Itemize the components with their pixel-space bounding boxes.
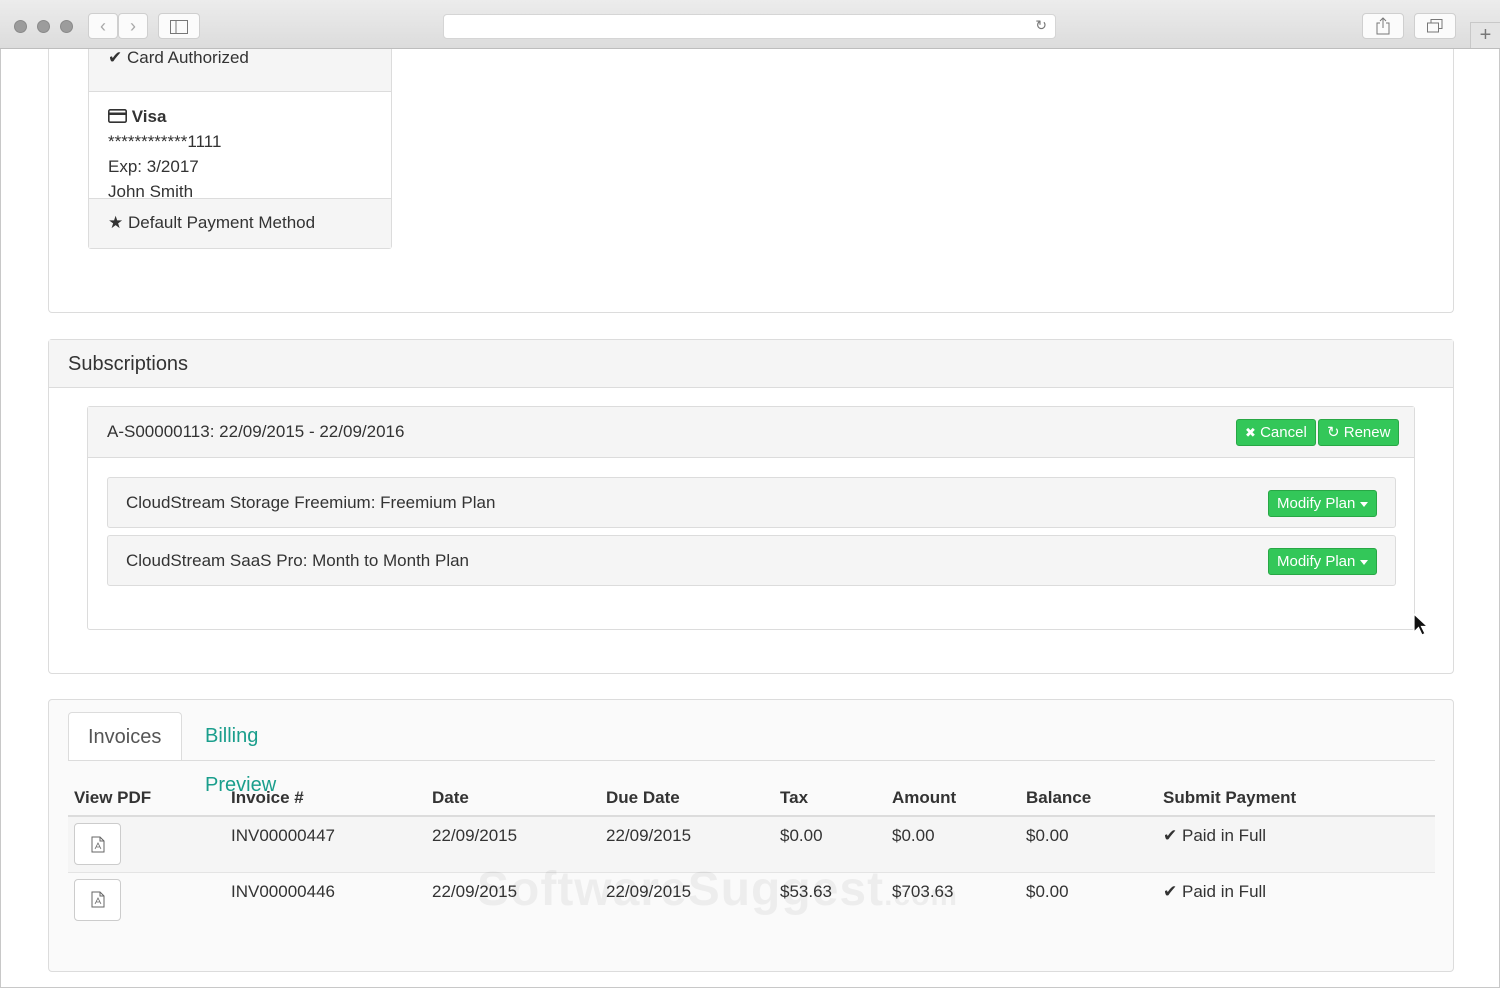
column-header: Balance: [1020, 780, 1157, 817]
column-header: View PDF: [68, 780, 225, 817]
plan-name: CloudStream SaaS Pro: Month to Month Pla…: [126, 551, 470, 570]
payment-method-card: ✔ Card Authorized Visa ************1111 …: [88, 49, 392, 249]
view-pdf-button[interactable]: [74, 878, 121, 921]
view-pdf-button[interactable]: [74, 823, 121, 865]
invoices-table: View PDF Invoice # Date Due Date Tax Amo…: [68, 780, 1435, 928]
column-header: Invoice #: [225, 780, 426, 817]
pdf-file-icon: [91, 836, 104, 852]
share-icon: [1376, 17, 1390, 35]
refresh-icon: ↻: [1327, 424, 1340, 441]
renew-subscription-button[interactable]: ↻ Renew: [1318, 419, 1400, 446]
card-number: ************1111: [108, 132, 222, 151]
invoice-due-date: 22/09/2015: [600, 815, 774, 872]
check-icon: ✔: [108, 49, 123, 67]
column-header: Date: [426, 780, 600, 817]
credit-card-icon: [108, 109, 127, 123]
sidebar-icon: [170, 20, 188, 34]
pdf-file-icon: [91, 891, 104, 908]
invoice-date: 22/09/2015: [426, 871, 600, 928]
column-header: Tax: [774, 780, 886, 817]
invoice-balance: $0.00: [1020, 815, 1157, 872]
card-status-text: Card Authorized: [126, 49, 249, 67]
back-button[interactable]: ‹: [88, 13, 118, 39]
invoice-number[interactable]: INV00000447: [225, 815, 426, 872]
column-header: Submit Payment: [1157, 780, 1435, 817]
default-payment-badge: ★ Default Payment Method: [89, 198, 391, 248]
caret-down-icon: [1360, 559, 1369, 565]
invoice-amount: $0.00: [886, 815, 1020, 872]
address-bar[interactable]: ↻: [443, 14, 1056, 39]
tab-invoices[interactable]: Invoices: [68, 712, 182, 761]
subscriptions-panel: Subscriptions A-S00000113: 22/09/2015 - …: [48, 339, 1454, 674]
check-icon: ✔: [1163, 881, 1178, 901]
subscription-card: A-S00000113: 22/09/2015 - 22/09/2016 ✖ C…: [87, 406, 1415, 630]
invoice-date: 22/09/2015: [426, 815, 600, 872]
forward-button[interactable]: ›: [118, 13, 148, 39]
plus-icon: +: [1479, 24, 1492, 46]
plan-name: CloudStream Storage Freemium: Freemium P…: [126, 493, 496, 512]
modify-plan-button[interactable]: Modify Plan: [1268, 490, 1378, 517]
invoice-due-date: 22/09/2015: [600, 871, 774, 928]
invoice-tax: $0.00: [774, 815, 886, 872]
new-tab-button[interactable]: +: [1470, 22, 1500, 48]
invoice-balance: $0.00: [1020, 871, 1157, 928]
column-header: Amount: [886, 780, 1020, 817]
tabs-overview-button[interactable]: [1414, 13, 1456, 39]
cancel-subscription-button[interactable]: ✖ Cancel: [1236, 419, 1316, 446]
plan-row: CloudStream Storage Freemium: Freemium P…: [107, 477, 1396, 528]
subscriptions-heading: Subscriptions: [49, 340, 1453, 388]
subscription-title: A-S00000113: 22/09/2015 - 22/09/2016: [107, 422, 405, 441]
close-window-button[interactable]: [14, 20, 27, 33]
tabs-divider: [68, 760, 1435, 761]
share-button[interactable]: [1362, 13, 1404, 39]
invoice-tax: $53.63: [774, 871, 886, 928]
table-row: INV00000447 22/09/2015 22/09/2015 $0.00 …: [68, 815, 1435, 872]
invoice-number[interactable]: INV00000446: [225, 871, 426, 928]
close-icon: ✖: [1245, 425, 1256, 440]
card-status: ✔ Card Authorized: [89, 49, 391, 92]
plan-row: CloudStream SaaS Pro: Month to Month Pla…: [107, 535, 1396, 586]
page-content: ✔ Card Authorized Visa ************1111 …: [0, 49, 1500, 988]
payment-status: ✔ Paid in Full: [1157, 815, 1435, 872]
zoom-window-button[interactable]: [60, 20, 73, 33]
sidebar-toggle-button[interactable]: [158, 13, 200, 39]
payment-methods-panel: ✔ Card Authorized Visa ************1111 …: [48, 49, 1454, 313]
card-brand: Visa: [108, 104, 372, 129]
table-row: INV00000446 22/09/2015 22/09/2015 $53.63…: [68, 871, 1435, 928]
tabs-icon: [1427, 19, 1443, 33]
modify-plan-button[interactable]: Modify Plan: [1268, 548, 1378, 575]
check-icon: ✔: [1163, 826, 1178, 845]
invoice-amount: $703.63: [886, 871, 1020, 928]
browser-toolbar: ‹ › ↻ +: [0, 0, 1500, 49]
table-header-row: View PDF Invoice # Date Due Date Tax Amo…: [68, 780, 1435, 817]
card-expiry: Exp: 3/2017: [108, 157, 199, 176]
star-icon: ★: [108, 213, 124, 232]
invoices-panel: Invoices Billing Preview View PDF Invoic…: [48, 699, 1454, 972]
minimize-window-button[interactable]: [37, 20, 50, 33]
caret-down-icon: [1360, 501, 1369, 507]
subscription-header: A-S00000113: 22/09/2015 - 22/09/2016 ✖ C…: [88, 407, 1414, 458]
column-header: Due Date: [600, 780, 774, 817]
reload-icon[interactable]: ↻: [1035, 17, 1047, 34]
chevron-right-icon: ›: [130, 16, 136, 36]
payment-status: ✔ Paid in Full: [1157, 871, 1435, 928]
mouse-cursor-icon: [1413, 613, 1429, 636]
tab-billing-preview[interactable]: Billing Preview: [186, 712, 295, 796]
chevron-left-icon: ‹: [100, 16, 106, 36]
